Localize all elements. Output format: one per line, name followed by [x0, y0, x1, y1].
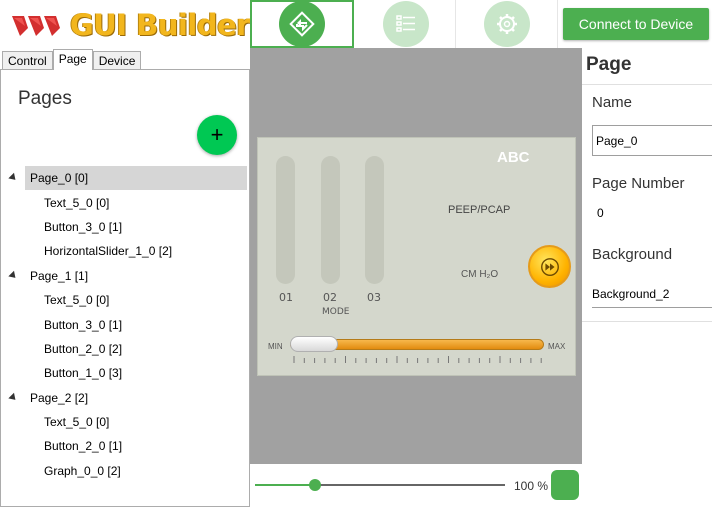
page-number-label: Page Number: [592, 175, 685, 192]
app-title: GUI Builder: [70, 8, 251, 42]
tab-control[interactable]: Control: [2, 51, 53, 70]
tree-page-label: Page_0 [0]: [25, 166, 247, 190]
tree-page-item[interactable]: Page_1 [1]: [1, 264, 249, 288]
tab-device[interactable]: Device: [92, 51, 142, 70]
slider-max-label: MAX: [548, 342, 566, 351]
vertical-bar-01[interactable]: [276, 156, 295, 284]
background-select[interactable]: Background_2: [592, 287, 669, 301]
abc-text[interactable]: ABC: [497, 149, 530, 166]
zoom-reset-button[interactable]: [551, 470, 579, 500]
app-window: GUI Builder Connect to Device Control Pa…: [0, 0, 712, 507]
bar-label-01: 01: [279, 291, 293, 304]
expand-caret-icon[interactable]: [8, 392, 19, 403]
left-panel-tabs: Control Page Device: [2, 49, 142, 70]
mode-label: MODE: [322, 307, 350, 317]
tree-widget-item[interactable]: Button_2_0 [2]: [1, 337, 249, 361]
list-icon: [382, 1, 429, 47]
tree-widget-item[interactable]: Button_3_0 [1]: [1, 215, 249, 239]
tree-widget-item[interactable]: HorizontalSlider_1_0 [2]: [1, 239, 249, 263]
list-view-button[interactable]: [356, 0, 456, 48]
properties-title: Page: [586, 54, 632, 75]
bar-label-03: 03: [367, 291, 381, 304]
header: GUI Builder Connect to Device: [0, 0, 712, 48]
tree-page-item[interactable]: Page_2 [2]: [1, 386, 249, 410]
page-number-value: 0: [597, 206, 604, 220]
plus-icon: +: [210, 122, 224, 147]
tree-widget-item[interactable]: Text_5_0 [0]: [1, 410, 249, 434]
logo-mark-icon: [12, 16, 60, 36]
add-page-button[interactable]: +: [197, 115, 237, 155]
zoom-slider-thumb[interactable]: [309, 479, 321, 491]
bar-label-02: 02: [323, 291, 337, 304]
pages-title: Pages: [18, 88, 72, 109]
vertical-bar-02[interactable]: [321, 156, 340, 284]
name-label: Name: [592, 94, 633, 111]
tree-widget-item[interactable]: Text_5_0 [0]: [1, 288, 249, 312]
zoom-bar: 100 %: [250, 464, 582, 507]
tree-page-label: Page_1 [1]: [30, 268, 89, 283]
horizontal-slider-thumb[interactable]: [290, 336, 338, 352]
tree-page-item[interactable]: Page_0 [0]: [1, 166, 249, 190]
unit-label: CM H₂O: [461, 269, 499, 280]
tree-widget-item[interactable]: Button_2_0 [1]: [1, 434, 249, 458]
vertical-bar-03[interactable]: [365, 156, 384, 284]
pages-view-button[interactable]: [250, 0, 354, 48]
peep-pcap-text: PEEP/PCAP: [448, 204, 511, 216]
background-underline: [592, 307, 712, 308]
tab-page[interactable]: Page: [52, 49, 93, 70]
fast-forward-icon: [540, 257, 559, 276]
zoom-level: 100 %: [514, 479, 549, 493]
fast-forward-button[interactable]: [528, 245, 571, 288]
design-canvas[interactable]: 01 02 03 MODE ABC PEEP/PCAP CM H₂O MIN M…: [250, 48, 582, 464]
divider: [582, 321, 712, 322]
page-tree: Page_0 [0] Text_5_0 [0] Button_3_0 [1] Hori…: [1, 166, 249, 483]
app-logo: GUI Builder: [10, 6, 251, 44]
divider: [582, 84, 712, 85]
tree-widget-item[interactable]: Text_5_0 [0]: [1, 190, 249, 214]
pages-panel: Pages + Page_0 [0] Text_5_0 [0] Button_3_0…: [0, 69, 250, 507]
tree-page-label: Page_2 [2]: [30, 390, 89, 405]
device-preview: 01 02 03 MODE ABC PEEP/PCAP CM H₂O MIN M…: [257, 137, 576, 376]
expand-caret-icon[interactable]: [8, 172, 19, 183]
properties-panel: Page Name Page_0 Page Number 0 Backgroun…: [582, 48, 712, 507]
gear-icon: [483, 1, 530, 47]
slider-min-label: MIN: [268, 342, 283, 351]
zoom-slider-fill: [255, 484, 315, 486]
swap-pages-icon: [279, 1, 325, 47]
tree-widget-item[interactable]: Button_3_0 [1]: [1, 312, 249, 336]
slider-ticks: [293, 356, 542, 363]
settings-view-button[interactable]: [456, 0, 558, 48]
page-name-field[interactable]: Page_0: [592, 125, 712, 156]
tree-widget-item[interactable]: Graph_0_0 [2]: [1, 459, 249, 483]
expand-caret-icon[interactable]: [8, 270, 19, 281]
tree-widget-item[interactable]: Button_1_0 [3]: [1, 361, 249, 385]
connect-to-device-button[interactable]: Connect to Device: [563, 8, 709, 40]
background-label: Background: [592, 246, 673, 263]
